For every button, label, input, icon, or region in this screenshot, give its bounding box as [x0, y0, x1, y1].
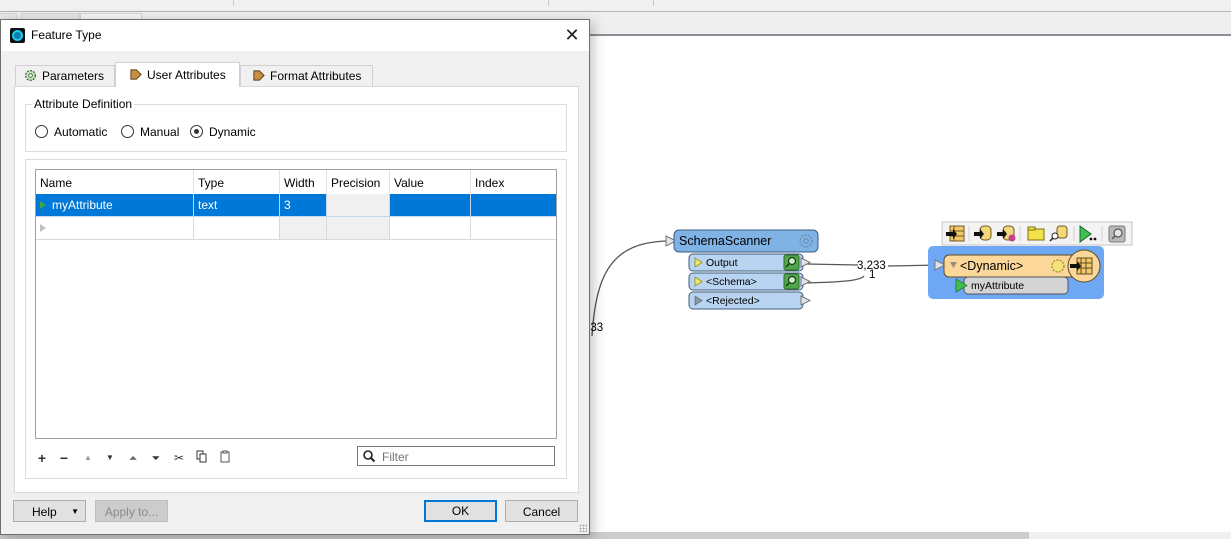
filter-field[interactable] — [357, 446, 555, 466]
attribute-arrow-icon — [253, 70, 265, 81]
toolbar-separator — [653, 0, 654, 6]
connection-line-schema[interactable] — [805, 275, 865, 284]
column-header-name[interactable]: Name — [36, 170, 194, 194]
cell-index[interactable] — [471, 194, 556, 217]
help-label: Help — [32, 505, 57, 519]
move-up-icon[interactable]: ▲ — [80, 450, 96, 466]
table-row[interactable]: myAttribute text 3 — [36, 194, 556, 217]
port-label-output: Output — [706, 257, 738, 269]
radio-label: Dynamic — [209, 125, 256, 139]
writer-mini-toolbar — [941, 221, 1133, 246]
move-bottom-icon[interactable]: ⏷ — [148, 450, 164, 466]
apply-to-button[interactable]: Apply to... — [95, 500, 168, 522]
cell-type[interactable] — [194, 217, 280, 240]
dialog-titlebar[interactable]: Feature Type ✕ — [1, 20, 589, 51]
resize-grip[interactable] — [579, 524, 587, 532]
cell-index[interactable] — [471, 217, 556, 240]
connection-line-output[interactable] — [805, 263, 859, 266]
toolbar-separator — [233, 0, 234, 6]
cell-precision — [327, 217, 390, 240]
remove-icon[interactable]: − — [56, 450, 72, 466]
column-header-type[interactable]: Type — [194, 170, 280, 194]
search-icon — [363, 450, 376, 463]
row-arrow-icon — [40, 224, 46, 232]
attribute-arrow-icon — [130, 69, 142, 80]
magnifier-glyph — [787, 275, 797, 285]
add-icon[interactable]: + — [34, 450, 50, 466]
feature-type-dialog: Feature Type ✕ Parameters User Attribute… — [0, 19, 590, 535]
feature-count-schema: 1 — [869, 269, 875, 281]
port-label-rejected: <Rejected> — [706, 295, 760, 307]
cell-type[interactable]: text — [194, 194, 280, 217]
dialog-title: Feature Type — [31, 28, 102, 42]
top-toolbar — [0, 0, 1231, 12]
move-top-icon[interactable]: ⏶ — [125, 450, 141, 466]
column-header-value[interactable]: Value — [390, 170, 471, 194]
radio-dynamic[interactable]: Dynamic — [190, 125, 256, 139]
copy-icon[interactable] — [194, 450, 210, 466]
column-header-precision[interactable]: Precision — [327, 170, 390, 194]
user-attributes-pane: Attribute Definition Automatic Manual Dy… — [14, 86, 579, 493]
table-row-new[interactable] — [36, 217, 556, 240]
close-icon: ✕ — [564, 25, 580, 45]
dropdown-arrow-icon[interactable]: ▼ — [71, 501, 79, 523]
tab-format-attributes[interactable]: Format Attributes — [240, 65, 373, 86]
tab-label: Parameters — [42, 69, 105, 83]
connection-line-input[interactable] — [591, 240, 669, 337]
radio-circle-selected[interactable] — [190, 125, 203, 138]
cell-width — [280, 217, 327, 240]
cell-name[interactable] — [36, 217, 194, 240]
gear-icon[interactable] — [1051, 259, 1065, 273]
tab-user-attributes[interactable]: User Attributes — [115, 62, 240, 87]
toolbar-separator — [548, 0, 549, 6]
attribute-definition-group: Attribute Definition Automatic Manual Dy… — [25, 97, 567, 152]
cell-value[interactable] — [390, 194, 471, 217]
attribute-table[interactable]: Name Type Width Precision Value Index my… — [35, 169, 557, 439]
inspect-cache-icon[interactable] — [1108, 225, 1126, 243]
writer-title: <Dynamic> — [960, 259, 1023, 273]
attribute-table-box: Name Type Width Precision Value Index my… — [25, 159, 567, 479]
cell-text: myAttribute — [52, 198, 113, 212]
move-down-icon[interactable]: ▼ — [102, 450, 118, 466]
radio-label: Manual — [140, 125, 180, 139]
open-folder-icon[interactable] — [1027, 226, 1045, 241]
port-label-schema: <Schema> — [706, 276, 757, 288]
radio-manual[interactable]: Manual — [121, 125, 179, 139]
tab-label: Format Attributes — [270, 69, 362, 83]
group-label: Attribute Definition — [32, 97, 135, 111]
magnifier-glyph — [787, 256, 797, 266]
gear-icon — [25, 70, 36, 81]
row-arrow-icon — [40, 201, 46, 209]
cancel-button[interactable]: Cancel — [505, 500, 578, 522]
tab-parameters[interactable]: Parameters — [15, 65, 115, 86]
cell-width[interactable]: 3 — [280, 194, 327, 217]
tab-label: User Attributes — [147, 68, 226, 82]
radio-circle[interactable] — [35, 125, 48, 138]
filter-input[interactable] — [380, 448, 554, 466]
writer-attribute-label: myAttribute — [971, 280, 1024, 292]
column-header-width[interactable]: Width — [280, 170, 327, 194]
schema-scanner-title: SchemaScanner — [679, 234, 771, 248]
cut-icon[interactable]: ✂ — [171, 450, 187, 466]
column-header-index[interactable]: Index — [471, 170, 556, 194]
help-button[interactable]: Help ▼ — [13, 500, 86, 522]
radio-label: Automatic — [54, 125, 108, 139]
radio-automatic[interactable]: Automatic — [35, 125, 107, 139]
cell-name[interactable]: myAttribute — [36, 194, 194, 217]
ok-button[interactable]: OK — [424, 500, 497, 522]
app-icon — [10, 28, 25, 43]
output-port-connector[interactable] — [800, 257, 812, 268]
cell-precision — [327, 194, 390, 217]
cell-value[interactable] — [390, 217, 471, 240]
paste-icon[interactable] — [217, 450, 233, 466]
radio-circle[interactable] — [121, 125, 134, 138]
rejected-port-connector[interactable] — [800, 295, 812, 306]
close-button[interactable]: ✕ — [561, 25, 583, 47]
schema-port-connector[interactable] — [800, 276, 812, 287]
